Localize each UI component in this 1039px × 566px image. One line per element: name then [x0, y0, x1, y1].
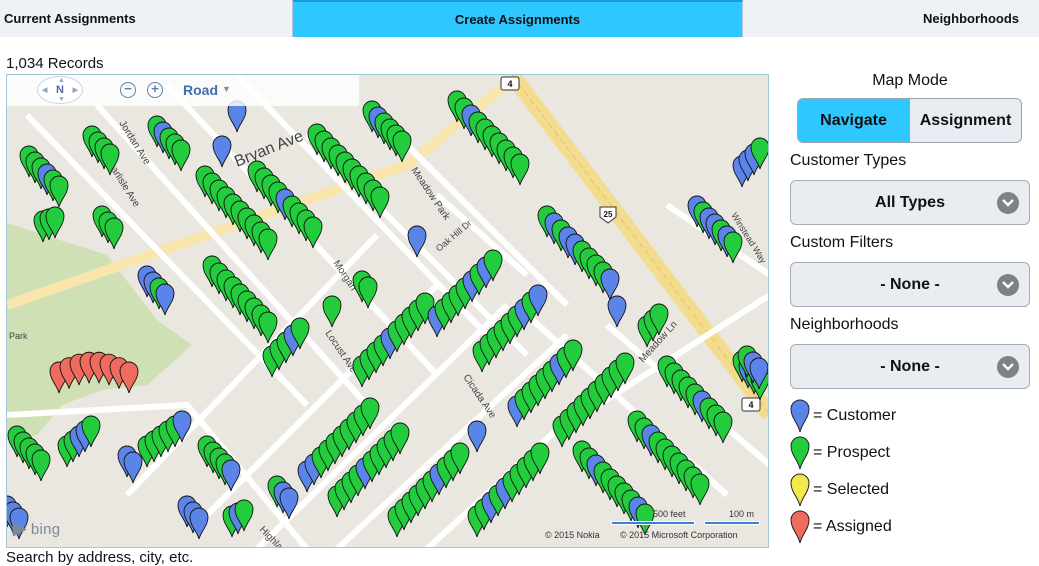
selected-pin-icon [790, 473, 810, 507]
neighborhoods-label: Neighborhoods [790, 316, 899, 333]
prospect-pin[interactable] [322, 295, 342, 328]
assigned-pin[interactable] [119, 361, 139, 394]
customer-types-value: All Types [875, 193, 945, 211]
custom-filters-value: - None - [880, 275, 940, 293]
svg-text:25: 25 [604, 210, 613, 219]
legend-assigned: = Assigned [790, 509, 892, 545]
copyright-nokia: © 2015 Nokia [545, 530, 600, 540]
legend-prospect: = Prospect [790, 435, 890, 471]
street-label-park: Park [9, 331, 28, 341]
prospect-pin[interactable] [690, 473, 710, 506]
records-count: 1,034 Records [6, 55, 104, 72]
customer-pin[interactable] [467, 420, 487, 453]
street-label-jordan: Jordan Ave [116, 119, 152, 167]
legend-selected: = Selected [790, 472, 889, 508]
customer-types-select[interactable]: All Types [790, 180, 1030, 225]
navigate-button[interactable]: Navigate [798, 99, 910, 142]
custom-filters-label: Custom Filters [790, 234, 894, 251]
tab-current-assignments[interactable]: Current Assignments [0, 0, 293, 37]
route-shield-4-right: 4 [741, 397, 761, 412]
zoom-in-icon[interactable]: + [147, 82, 163, 98]
custom-filters-select[interactable]: - None - [790, 262, 1030, 307]
prospect-pin[interactable] [31, 449, 51, 482]
prospect-pin[interactable] [510, 153, 530, 186]
prospect-pin[interactable] [104, 217, 124, 250]
prospect-pin[interactable] [258, 228, 278, 261]
customer-pin[interactable] [600, 268, 620, 301]
chevron-down-icon [997, 356, 1019, 378]
map-toolbar: ◀ ▶ ▲ ▼ N − + Road ▼ [7, 75, 359, 106]
neighborhoods-value: - None - [880, 357, 940, 375]
scale-bar-feet [611, 521, 695, 525]
tab-bar: Current Assignments Create Assignments N… [0, 0, 1039, 37]
customer-pin[interactable] [212, 135, 232, 168]
map-mode-title: Map Mode [872, 72, 948, 89]
svg-text:4: 4 [748, 400, 753, 410]
prospect-pin[interactable] [49, 175, 69, 208]
map-style-selector[interactable]: Road [183, 82, 218, 98]
compass-north-label: N [56, 84, 64, 96]
scale-label-meters: 100 m [729, 509, 755, 519]
route-shield-4-top: 4 [500, 76, 520, 91]
assignment-button[interactable]: Assignment [910, 99, 1021, 142]
customer-pin-icon [790, 399, 810, 433]
customer-pin[interactable] [189, 507, 209, 540]
street-label-bryan: Bryan Ave [232, 128, 306, 171]
bing-logo: ▶ bing [13, 519, 61, 538]
copyright-microsoft: © 2015 Microsoft Corporation [620, 530, 738, 540]
prospect-pin[interactable] [723, 231, 743, 264]
zoom-out-icon[interactable]: − [120, 82, 136, 98]
scale-label-feet: 500 feet [653, 509, 686, 519]
map-mode-toggle: Navigate Assignment [797, 98, 1022, 143]
customer-pin[interactable] [607, 295, 627, 328]
street-label-oakhill: Oak Hill Dr [434, 218, 474, 254]
prospect-pin[interactable] [392, 130, 412, 163]
prospect-pin[interactable] [303, 216, 323, 249]
tab-neighborhoods[interactable]: Neighborhoods [743, 0, 1039, 37]
compass-control[interactable]: ◀ ▶ ▲ ▼ N [37, 76, 83, 104]
tab-create-assignments[interactable]: Create Assignments [293, 0, 743, 37]
prospect-pin-icon [790, 436, 810, 470]
chevron-down-icon [997, 274, 1019, 296]
neighborhoods-select[interactable]: - None - [790, 344, 1030, 389]
scale-bar-meters [704, 521, 760, 525]
map-view[interactable]: 4 25 4 Bryan Ave Jordan Ave Carlisle Ave… [6, 74, 769, 548]
customer-pin[interactable] [155, 283, 175, 316]
assigned-pin-icon [790, 510, 810, 544]
search-hint: Search by address, city, etc. [6, 549, 194, 566]
map-style-caret-icon[interactable]: ▼ [222, 84, 231, 94]
prospect-pin[interactable] [713, 411, 733, 444]
map-canvas[interactable]: 4 25 4 Bryan Ave Jordan Ave Carlisle Ave… [7, 75, 769, 548]
customer-types-label: Customer Types [790, 152, 907, 169]
svg-text:4: 4 [507, 79, 512, 89]
chevron-down-icon [997, 192, 1019, 214]
prospect-pin[interactable] [171, 139, 191, 172]
legend-customer: = Customer [790, 398, 896, 434]
street-label-meadowpark: Meadow Park [409, 166, 453, 224]
